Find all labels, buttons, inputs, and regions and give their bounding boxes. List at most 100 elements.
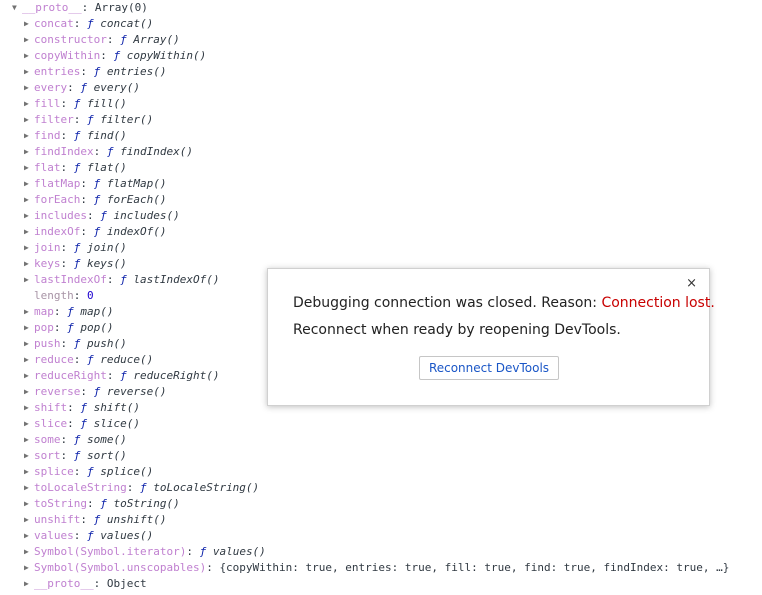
property-value: reduce(): [93, 353, 154, 366]
property-key: slice: [34, 417, 68, 430]
property-row[interactable]: ▶ sort: ƒ sort(): [24, 448, 127, 464]
property-row[interactable]: ▶ unshift: ƒ unshift(): [24, 512, 166, 528]
property-row[interactable]: ▶ includes: ƒ includes(): [24, 208, 180, 224]
expand-arrow-icon[interactable]: ▶: [24, 448, 34, 464]
property-row[interactable]: ▶ lastIndexOf: ƒ lastIndexOf(): [24, 272, 219, 288]
expand-arrow-icon[interactable]: ▶: [24, 368, 34, 384]
property-row[interactable]: ▶ push: ƒ push(): [24, 336, 127, 352]
dialog-message-prefix: Debugging connection was closed. Reason:: [293, 295, 602, 311]
expand-arrow-icon[interactable]: ▶: [24, 416, 34, 432]
property-row[interactable]: ▶length: 0: [24, 288, 94, 304]
property-row[interactable]: ▶ pop: ƒ pop(): [24, 320, 114, 336]
expand-arrow-icon[interactable]: ▶: [24, 160, 34, 176]
property-key: reduce: [34, 353, 74, 366]
property-row[interactable]: ▶ indexOf: ƒ indexOf(): [24, 224, 166, 240]
expand-arrow-icon[interactable]: ▶: [24, 16, 34, 32]
function-f-icon: ƒ: [67, 321, 74, 334]
expand-arrow-icon[interactable]: ▶: [24, 32, 34, 48]
expand-arrow-icon[interactable]: ▶: [24, 480, 34, 496]
property-row[interactable]: ▶ findIndex: ƒ findIndex(): [24, 144, 193, 160]
property-row[interactable]: ▶ every: ƒ every(): [24, 80, 140, 96]
property-row[interactable]: ▶ reduce: ƒ reduce(): [24, 352, 153, 368]
expand-arrow-icon[interactable]: ▶: [24, 96, 34, 112]
expand-arrow-icon[interactable]: ▶: [24, 384, 34, 400]
expand-arrow-icon[interactable]: ▶: [24, 224, 34, 240]
property-key: shift: [34, 401, 68, 414]
expand-arrow-icon[interactable]: ▶: [24, 112, 34, 128]
reconnect-devtools-button[interactable]: Reconnect DevTools: [419, 356, 559, 380]
property-row[interactable]: ▶ toLocaleString: ƒ toLocaleString(): [24, 480, 259, 496]
property-row[interactable]: ▶ __proto__: Object: [24, 576, 147, 592]
property-row[interactable]: ▶ Symbol(Symbol.unscopables): {copyWithin…: [24, 560, 729, 576]
property-separator: :: [60, 337, 74, 350]
expand-arrow-icon[interactable]: ▶: [24, 320, 34, 336]
property-row[interactable]: ▶ values: ƒ values(): [24, 528, 153, 544]
property-separator: :: [60, 433, 74, 446]
property-value: reverse(): [100, 385, 167, 398]
expand-arrow-icon[interactable]: ▶: [24, 352, 34, 368]
property-row[interactable]: ▶ slice: ƒ slice(): [24, 416, 140, 432]
property-key: __proto__: [34, 577, 94, 590]
property-row[interactable]: ▶ reduceRight: ƒ reduceRight(): [24, 368, 219, 384]
property-value: lastIndexOf(): [126, 273, 220, 286]
expand-arrow-icon[interactable]: ▶: [24, 464, 34, 480]
property-separator: :: [60, 97, 74, 110]
property-row[interactable]: ▶ splice: ƒ splice(): [24, 464, 153, 480]
property-row[interactable]: ▶ forEach: ƒ forEach(): [24, 192, 166, 208]
expand-arrow-icon[interactable]: ▶: [24, 432, 34, 448]
function-f-icon: ƒ: [87, 113, 94, 126]
property-key: push: [34, 337, 61, 350]
expand-arrow-icon[interactable]: ▶: [24, 560, 34, 576]
property-row[interactable]: ▶ shift: ƒ shift(): [24, 400, 140, 416]
expand-arrow-icon[interactable]: ▶: [24, 48, 34, 64]
property-row[interactable]: ▶ some: ƒ some(): [24, 432, 127, 448]
property-row[interactable]: ▶ concat: ƒ concat(): [24, 16, 153, 32]
expand-arrow-icon[interactable]: ▶: [24, 496, 34, 512]
property-separator: :: [93, 145, 107, 158]
expand-arrow-icon[interactable]: ▶: [24, 64, 34, 80]
property-row[interactable]: ▶ Symbol(Symbol.iterator): ƒ values(): [24, 544, 266, 560]
expand-arrow-icon[interactable]: ▶: [24, 256, 34, 272]
property-row[interactable]: ▶ toString: ƒ toString(): [24, 496, 180, 512]
close-icon[interactable]: ×: [686, 277, 697, 291]
property-value: slice(): [87, 417, 140, 430]
expand-arrow-icon[interactable]: ▶: [24, 304, 34, 320]
property-separator: :: [80, 193, 94, 206]
function-f-icon: ƒ: [87, 17, 94, 30]
property-separator: :: [67, 81, 81, 94]
property-row[interactable]: ▶ reverse: ƒ reverse(): [24, 384, 166, 400]
expand-arrow-icon[interactable]: ▶: [24, 576, 34, 592]
property-row[interactable]: ▶ fill: ƒ fill(): [24, 96, 127, 112]
expand-arrow-icon[interactable]: ▶: [24, 528, 34, 544]
property-row[interactable]: ▶ constructor: ƒ Array(): [24, 32, 180, 48]
proto-root-row[interactable]: ▼ __proto__: Array(0): [12, 0, 148, 16]
property-row[interactable]: ▶ entries: ƒ entries(): [24, 64, 166, 80]
property-row[interactable]: ▶ flatMap: ƒ flatMap(): [24, 176, 166, 192]
expand-arrow-icon[interactable]: ▶: [24, 144, 34, 160]
property-row[interactable]: ▶ filter: ƒ filter(): [24, 112, 153, 128]
expand-arrow-icon[interactable]: ▶: [24, 192, 34, 208]
expand-arrow-icon[interactable]: ▶: [24, 240, 34, 256]
property-separator: :: [53, 305, 68, 318]
property-separator: :: [73, 17, 87, 30]
expand-arrow-icon[interactable]: ▶: [24, 400, 34, 416]
property-row[interactable]: ▶ find: ƒ find(): [24, 128, 127, 144]
property-row[interactable]: ▶ join: ƒ join(): [24, 240, 127, 256]
expand-arrow-icon[interactable]: ▶: [24, 128, 34, 144]
property-separator: :: [106, 369, 121, 382]
expand-arrow-icon[interactable]: ▶: [24, 336, 34, 352]
property-key: map: [34, 305, 54, 318]
property-row[interactable]: ▶ copyWithin: ƒ copyWithin(): [24, 48, 206, 64]
expand-arrow-icon[interactable]: ▶: [24, 176, 34, 192]
dialog-message: Debugging connection was closed. Reason:…: [293, 295, 715, 311]
collapse-arrow-icon[interactable]: ▼: [12, 0, 22, 16]
property-row[interactable]: ▶ keys: ƒ keys(): [24, 256, 127, 272]
expand-arrow-icon[interactable]: ▶: [24, 272, 34, 288]
property-row[interactable]: ▶ flat: ƒ flat(): [24, 160, 127, 176]
property-value: values(): [93, 529, 154, 542]
expand-arrow-icon[interactable]: ▶: [24, 80, 34, 96]
expand-arrow-icon[interactable]: ▶: [24, 544, 34, 560]
expand-arrow-icon[interactable]: ▶: [24, 208, 34, 224]
property-row[interactable]: ▶ map: ƒ map(): [24, 304, 114, 320]
expand-arrow-icon[interactable]: ▶: [24, 512, 34, 528]
